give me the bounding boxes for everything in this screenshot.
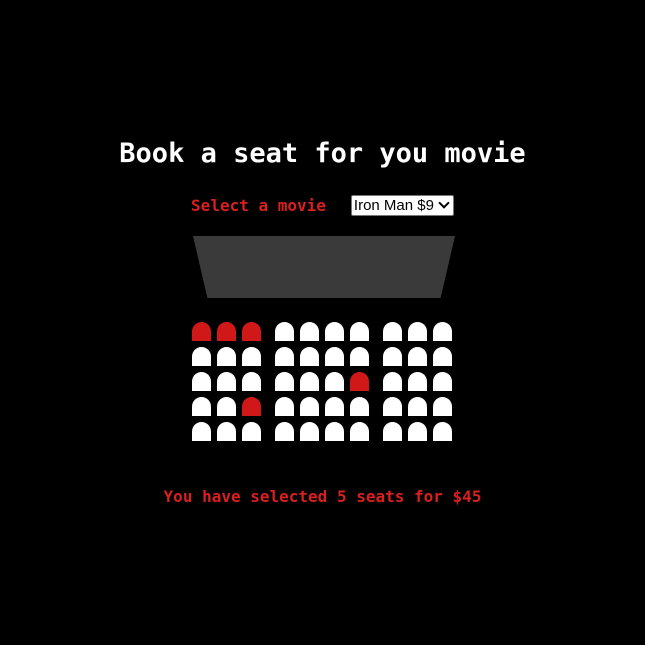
- seat-selected[interactable]: [192, 322, 211, 341]
- seat-available[interactable]: [217, 347, 236, 366]
- seat-available[interactable]: [383, 347, 402, 366]
- seat-row: [192, 322, 452, 341]
- seat-available[interactable]: [408, 422, 427, 441]
- seat-selected[interactable]: [350, 372, 369, 391]
- seat-available[interactable]: [275, 372, 294, 391]
- seat-available[interactable]: [350, 347, 369, 366]
- selection-summary: You have selected 5 seats for $45: [0, 486, 645, 508]
- seat-available[interactable]: [242, 372, 261, 391]
- seat-available[interactable]: [275, 422, 294, 441]
- seat-available[interactable]: [325, 322, 344, 341]
- seat-available[interactable]: [433, 397, 452, 416]
- seat-available[interactable]: [300, 322, 319, 341]
- seat-row: [192, 397, 452, 416]
- movie-select-label: Select a movie: [191, 195, 326, 215]
- movie-select-value: Iron Man $9: [353, 196, 434, 214]
- seat-available[interactable]: [192, 372, 211, 391]
- summary-middle: seats for: [346, 487, 453, 506]
- seat-available[interactable]: [325, 372, 344, 391]
- seat-available[interactable]: [325, 422, 344, 441]
- booking-page: Book a seat for you movie Select a movie…: [0, 0, 645, 645]
- movie-select[interactable]: Iron Man $9: [350, 194, 454, 216]
- seat-available[interactable]: [275, 397, 294, 416]
- summary-prefix: You have selected: [163, 487, 337, 506]
- seat-available[interactable]: [350, 397, 369, 416]
- selected-seat-count: 5: [336, 487, 347, 506]
- seat-available[interactable]: [300, 397, 319, 416]
- seat-available[interactable]: [350, 422, 369, 441]
- seat-available[interactable]: [300, 347, 319, 366]
- seat-available[interactable]: [383, 322, 402, 341]
- seat-available[interactable]: [217, 372, 236, 391]
- chevron-down-icon: [438, 197, 450, 209]
- page-title: Book a seat for you movie: [119, 138, 526, 169]
- seat-available[interactable]: [192, 422, 211, 441]
- movie-picker-row: Select a movie Iron Man $9: [0, 193, 645, 217]
- seat-available[interactable]: [433, 422, 452, 441]
- movie-screen: [193, 236, 455, 298]
- seat-available[interactable]: [383, 397, 402, 416]
- seat-map: [192, 322, 452, 447]
- seat-available[interactable]: [433, 372, 452, 391]
- seat-available[interactable]: [408, 397, 427, 416]
- seat-row: [192, 372, 452, 391]
- seat-available[interactable]: [433, 322, 452, 341]
- seat-available[interactable]: [242, 422, 261, 441]
- seat-row: [192, 347, 452, 366]
- seat-available[interactable]: [383, 372, 402, 391]
- seat-available[interactable]: [408, 322, 427, 341]
- seat-available[interactable]: [408, 347, 427, 366]
- seat-available[interactable]: [350, 322, 369, 341]
- total-price: $45: [452, 487, 482, 506]
- seat-selected[interactable]: [242, 397, 261, 416]
- seat-available[interactable]: [242, 347, 261, 366]
- seat-available[interactable]: [217, 397, 236, 416]
- seat-available[interactable]: [433, 347, 452, 366]
- seat-selected[interactable]: [217, 322, 236, 341]
- seat-available[interactable]: [192, 347, 211, 366]
- seat-available[interactable]: [275, 322, 294, 341]
- seat-available[interactable]: [325, 347, 344, 366]
- seat-available[interactable]: [275, 347, 294, 366]
- seat-row: [192, 422, 452, 441]
- seat-available[interactable]: [192, 397, 211, 416]
- seat-available[interactable]: [325, 397, 344, 416]
- seat-available[interactable]: [300, 422, 319, 441]
- seat-available[interactable]: [408, 372, 427, 391]
- seat-available[interactable]: [217, 422, 236, 441]
- seat-selected[interactable]: [242, 322, 261, 341]
- seat-available[interactable]: [383, 422, 402, 441]
- seat-available[interactable]: [300, 372, 319, 391]
